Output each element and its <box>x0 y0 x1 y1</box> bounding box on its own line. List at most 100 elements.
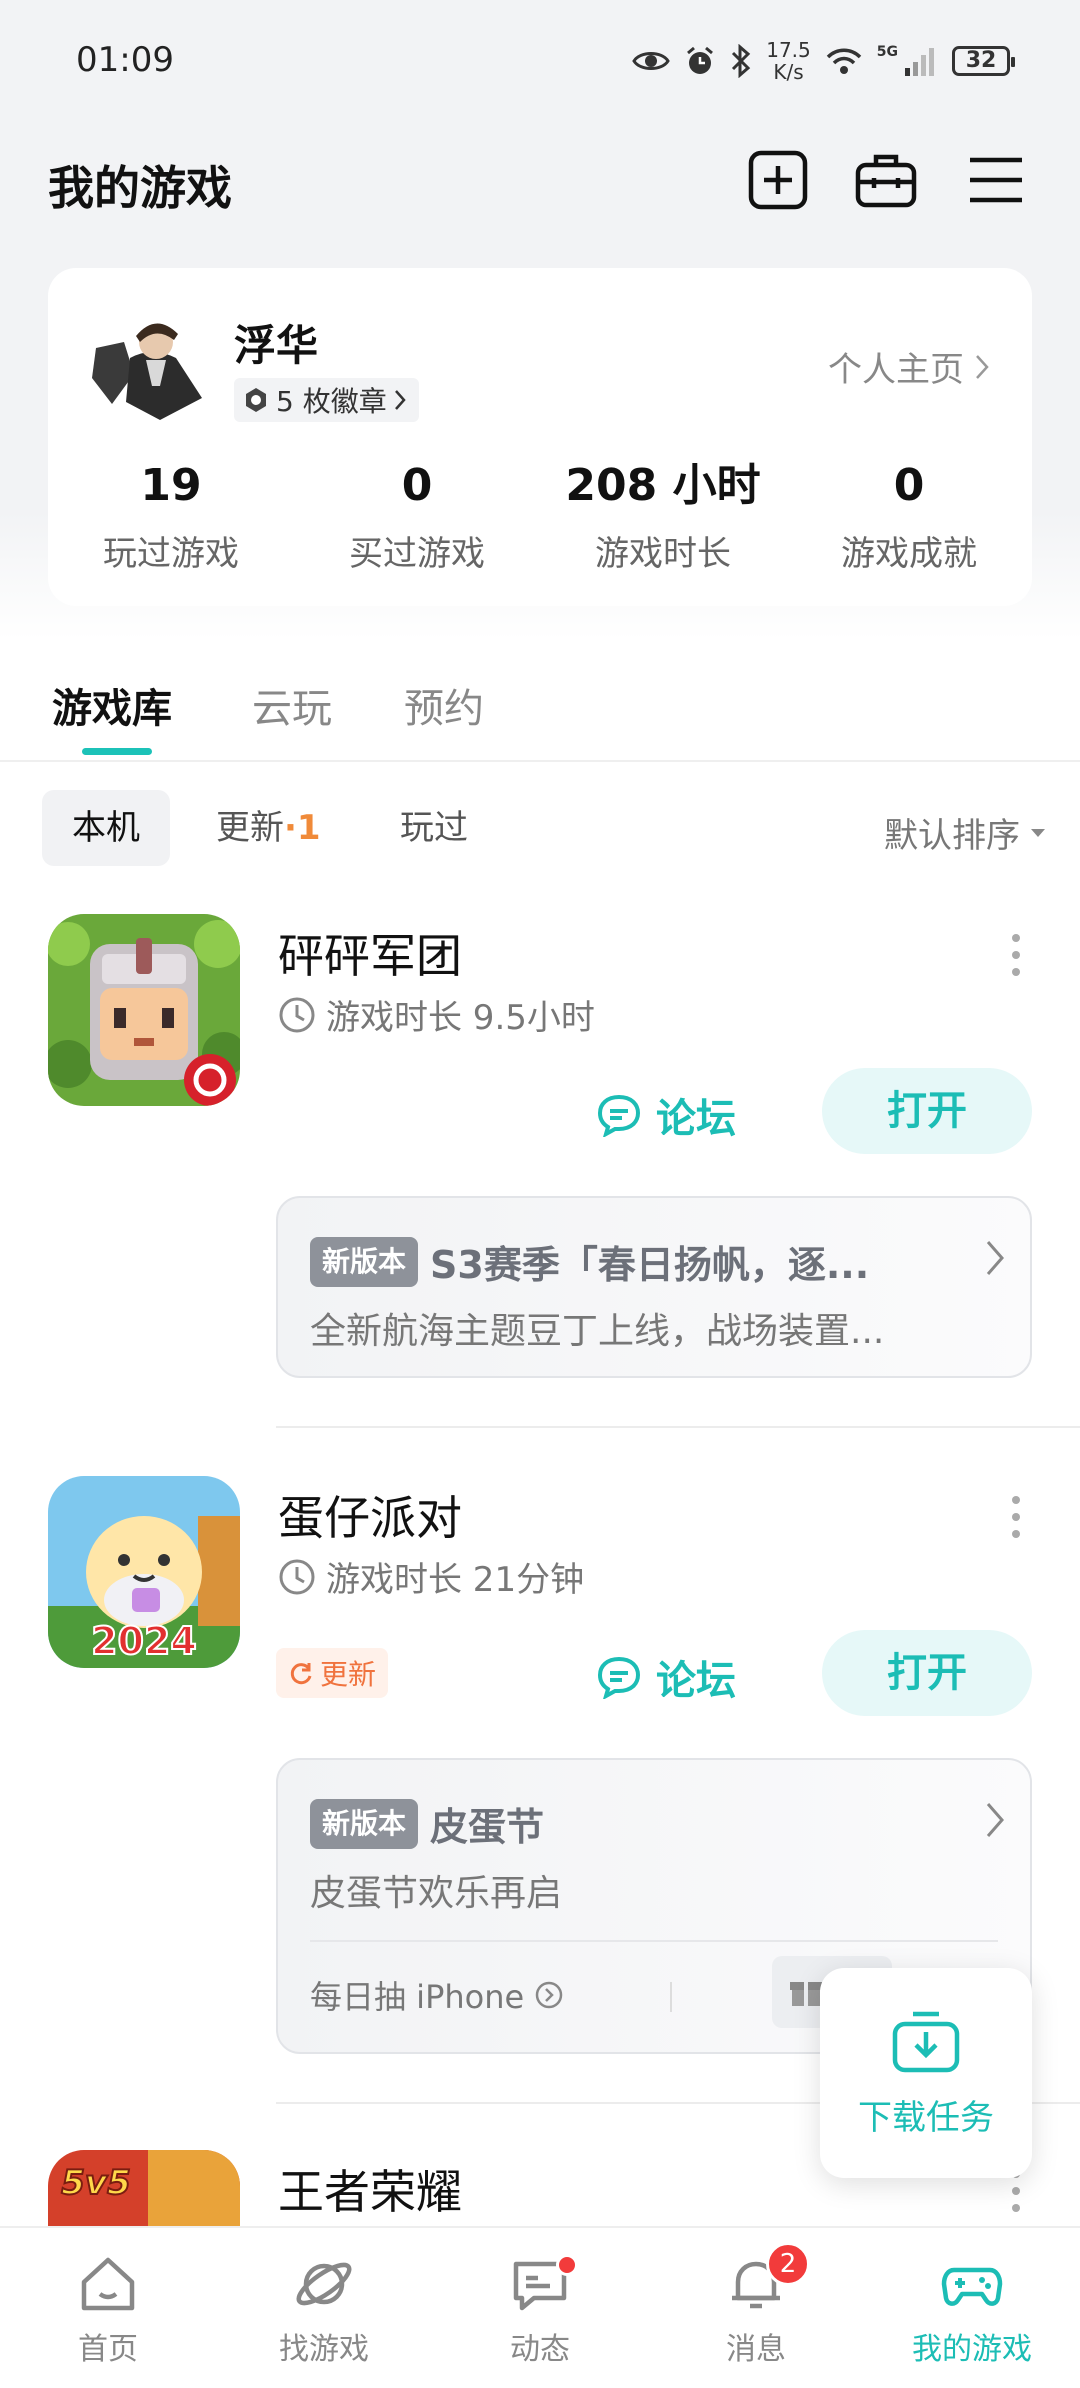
chevron-right-icon <box>986 1241 1004 1275</box>
stat-playtime[interactable]: 208 小时 游戏时长 <box>540 458 786 575</box>
caret-down-icon <box>1031 828 1045 837</box>
forum-icon <box>597 1656 641 1699</box>
network-speed: 17.5 K/s <box>766 39 811 83</box>
forum-label: 论坛 <box>656 1096 736 1142</box>
badge-count: 5 枚徽章 <box>276 385 387 418</box>
game-playtime: 游戏时长 9.5小时 <box>278 990 595 1039</box>
new-version-tag: 新版本 <box>310 1236 419 1287</box>
clock-icon <box>279 1559 315 1594</box>
page-title: 我的游戏 <box>48 161 232 215</box>
stat-achievements[interactable]: 0 游戏成就 <box>786 458 1032 575</box>
update-tag-label: 更新 <box>320 1658 377 1691</box>
nav-discover[interactable]: 找游戏 <box>216 2228 432 2388</box>
news-subtitle: 皮蛋节欢乐再启 <box>310 1873 563 1914</box>
filter-update-label: 更新 <box>216 808 284 848</box>
stat-label: 玩过游戏 <box>103 534 239 574</box>
stat-value: 0 <box>401 460 433 511</box>
forum-button[interactable]: 论坛 <box>596 1086 736 1144</box>
more-options-icon[interactable] <box>1010 1496 1022 1547</box>
speed-unit: K/s <box>773 60 804 84</box>
home-link-label: 个人主页 <box>828 350 964 390</box>
stat-value: 0 <box>893 460 925 511</box>
battery-indicator: 32 <box>952 46 1015 76</box>
daily-draw-link[interactable]: 每日抽 iPhone <box>310 1972 564 2018</box>
download-tasks-label: 下载任务 <box>858 2098 994 2138</box>
nav-label: 消息 <box>726 2332 786 2367</box>
download-tasks-button[interactable]: 下载任务 <box>820 1968 1032 2178</box>
add-square-icon[interactable] <box>746 148 810 212</box>
tabs-divider <box>0 760 1080 762</box>
update-count: ·1 <box>284 808 321 848</box>
game-name: 蛋仔派对 <box>278 1491 462 1545</box>
stat-label: 游戏成就 <box>841 534 977 574</box>
filter-played[interactable]: 玩过 <box>400 790 468 866</box>
news-title: S3赛季「春日扬帆，逐... <box>430 1243 870 1287</box>
nav-my-games[interactable]: 我的游戏 <box>864 2228 1080 2388</box>
bluetooth-icon <box>732 44 751 78</box>
status-icons: 17.5 K/s 5G 32 <box>632 36 1015 86</box>
news-head: 新版本 皮蛋节 <box>310 1796 950 1851</box>
news-separator <box>670 1982 672 2012</box>
playtime-text: 游戏时长 9.5小时 <box>326 998 595 1038</box>
nav-feed[interactable]: 动态 <box>432 2228 648 2388</box>
eye-icon <box>632 52 670 70</box>
filter-update[interactable]: 更新·1 <box>216 790 321 866</box>
speed-value: 17.5 <box>766 38 811 62</box>
stat-value: 208 小时 <box>565 460 761 511</box>
forum-button[interactable]: 论坛 <box>596 1648 736 1706</box>
news-head: 新版本 S3赛季「春日扬帆，逐... <box>310 1234 950 1289</box>
nav-label: 动态 <box>510 2332 570 2367</box>
game-name: 砰砰军团 <box>278 929 462 983</box>
profile-stats: 19 玩过游戏 0 买过游戏 208 小时 游戏时长 0 游戏成就 <box>48 458 1032 575</box>
nav-messages[interactable]: 2 消息 <box>648 2228 864 2388</box>
stat-bought-games[interactable]: 0 买过游戏 <box>294 458 540 575</box>
sort-dropdown[interactable]: 默认排序 <box>884 808 1046 857</box>
update-tag[interactable]: 更新 <box>276 1648 389 1698</box>
game-playtime: 游戏时长 21分钟 <box>278 1552 584 1601</box>
chevron-right-icon <box>976 354 989 379</box>
filter-local[interactable]: 本机 <box>42 790 170 866</box>
open-button[interactable]: 打开 <box>822 1068 1032 1154</box>
personal-homepage-link[interactable]: 个人主页 <box>828 342 990 391</box>
news-subtitle: 全新航海主题豆丁上线，战场装置... <box>310 1311 885 1352</box>
bottom-nav: 首页 找游戏 动态 2 消息 我的游戏 <box>0 2226 1080 2388</box>
tab-game-library[interactable]: 游戏库 <box>52 676 172 734</box>
new-version-tag: 新版本 <box>310 1798 419 1849</box>
nav-label: 找游戏 <box>279 2332 369 2367</box>
tab-cloud-play[interactable]: 云玩 <box>252 676 332 734</box>
more-options-icon[interactable] <box>1010 934 1022 985</box>
profile-card[interactable]: 浮华 5 枚徽章 个人主页 19 玩过游戏 0 买过游戏 208 小时 游戏时长… <box>48 268 1032 606</box>
news-divider <box>310 1940 998 1942</box>
menu-icon[interactable] <box>964 148 1028 212</box>
refresh-icon <box>290 1663 312 1685</box>
nav-label: 我的游戏 <box>912 2332 1032 2367</box>
alarm-icon <box>687 46 714 74</box>
stat-label: 买过游戏 <box>349 534 485 574</box>
badge-chip[interactable]: 5 枚徽章 <box>234 378 419 422</box>
planet-icon <box>296 2262 352 2306</box>
nav-home[interactable]: 首页 <box>0 2228 216 2388</box>
game-name: 王者荣耀 <box>278 2165 462 2219</box>
status-time: 01:09 <box>76 40 174 80</box>
toolbox-icon[interactable] <box>854 148 918 212</box>
chevron-right-icon <box>394 390 406 410</box>
open-button[interactable]: 打开 <box>822 1630 1032 1716</box>
signal-type: 5G <box>876 44 898 60</box>
clock-icon <box>279 997 315 1032</box>
medal-icon <box>246 388 266 412</box>
signal-icon <box>905 48 934 76</box>
game-icon-pengpeng[interactable] <box>48 914 240 1106</box>
stat-value: 19 <box>140 460 202 511</box>
game-icon-eggy-party[interactable]: 2024 <box>48 1476 240 1668</box>
tab-reservations[interactable]: 预约 <box>404 676 484 734</box>
forum-label: 论坛 <box>656 1658 736 1704</box>
gift-icon <box>790 1982 822 2006</box>
news-card[interactable]: 新版本 S3赛季「春日扬帆，逐... 全新航海主题豆丁上线，战场装置... <box>276 1196 1032 1378</box>
game-icon-text: 2024 <box>91 1619 197 1663</box>
row-divider <box>276 1426 1080 1428</box>
avatar[interactable] <box>90 308 208 426</box>
forum-icon <box>597 1094 641 1137</box>
nav-label: 首页 <box>78 2332 138 2367</box>
message-count-badge: 2 <box>766 2242 810 2286</box>
stat-played-games[interactable]: 19 玩过游戏 <box>48 458 294 575</box>
